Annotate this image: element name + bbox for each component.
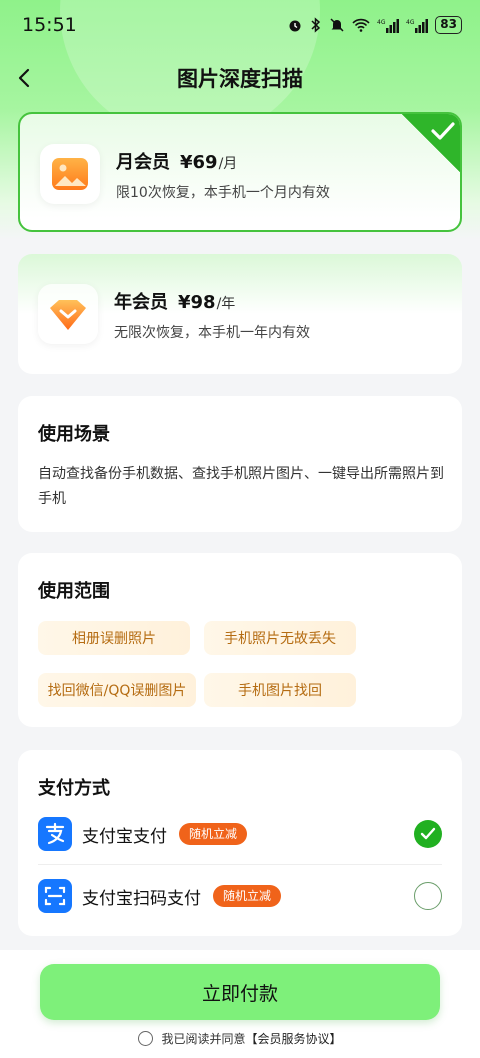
- payment-option-alipay-scan[interactable]: 支付宝扫码支付 随机立减: [38, 868, 442, 924]
- pay-now-button[interactable]: 立即付款: [40, 964, 440, 1020]
- payment-name: 支付宝支付: [82, 826, 167, 847]
- selected-corner-badge: [400, 114, 460, 174]
- plan-name: 年会员: [114, 292, 168, 313]
- usage-scenario-text: 自动查找备份手机数据、查找手机照片图片、一键导出所需照片到手机: [38, 466, 444, 507]
- divider: [38, 864, 442, 865]
- range-tag: 找回微信/QQ误删图片: [38, 673, 196, 707]
- payment-option-alipay[interactable]: 支付宝支付 随机立减: [38, 806, 442, 862]
- plan-unit: /年: [216, 296, 236, 312]
- check-icon: [431, 122, 455, 140]
- payment-section: 支付方式 支付宝支付 随机立减 支付宝扫码支付 随机立减: [18, 750, 462, 936]
- status-bar: 15:51 4G 4G 83: [0, 0, 480, 50]
- svg-text:4G: 4G: [377, 19, 386, 26]
- usage-scenario-section: 使用场景 自动查找备份手机数据、查找手机照片图片、一键导出所需照片到手机: [18, 396, 462, 532]
- nav-bar: 图片深度扫描: [0, 52, 480, 104]
- plan-unit: /月: [218, 156, 238, 172]
- section-title: 使用场景: [38, 424, 110, 445]
- payment-name: 支付宝扫码支付: [82, 888, 201, 909]
- svg-text:4G: 4G: [406, 19, 415, 26]
- discount-badge: 随机立减: [179, 823, 248, 845]
- radio-unselected[interactable]: [414, 882, 442, 910]
- bluetooth-icon: [310, 17, 322, 33]
- plan-price: ¥69: [180, 152, 218, 173]
- signal-4g-icon: 4G: [406, 18, 429, 33]
- plan-title-row: 年会员 ¥98 /年: [114, 288, 235, 314]
- back-button[interactable]: [6, 60, 42, 96]
- range-tag: 手机图片找回: [204, 673, 356, 707]
- plan-description: 限10次恢复，本手机一个月内有效: [116, 185, 330, 201]
- usage-range-section: 使用范围 相册误删照片 手机照片无故丢失 找回微信/QQ误删图片 手机图片找回: [18, 553, 462, 727]
- section-title: 使用范围: [38, 581, 110, 602]
- agreement-text: 我已阅读并同意: [161, 1032, 246, 1046]
- plan-title-row: 月会员 ¥69 /月: [116, 148, 237, 174]
- image-icon: [40, 144, 100, 204]
- agreement-checkbox[interactable]: [138, 1031, 154, 1046]
- alipay-icon: [38, 817, 72, 851]
- range-tag: 相册误删照片: [38, 621, 190, 655]
- alarm-icon: [287, 17, 303, 33]
- status-icons: 4G 4G 83: [287, 16, 462, 34]
- page-title: 图片深度扫描: [177, 67, 303, 91]
- chevron-left-icon: [18, 68, 30, 88]
- plan-name: 月会员: [116, 152, 170, 173]
- range-tag: 手机照片无故丢失: [204, 621, 356, 655]
- agreement-link[interactable]: 【会员服务协议】: [246, 1030, 342, 1047]
- mute-icon: [329, 17, 345, 33]
- status-time: 15:51: [22, 14, 77, 36]
- battery-indicator: 83: [435, 16, 462, 34]
- signal-4g-icon: 4G: [377, 18, 400, 33]
- agreement-row: 我已阅读并同意 【会员服务协议】: [0, 1030, 480, 1047]
- section-title: 支付方式: [38, 778, 110, 799]
- plan-price: ¥98: [178, 292, 216, 313]
- plan-card-monthly[interactable]: 月会员 ¥69 /月 限10次恢复，本手机一个月内有效: [18, 112, 462, 232]
- check-icon: [420, 827, 436, 840]
- discount-badge: 随机立减: [213, 885, 282, 907]
- plan-card-yearly[interactable]: 年会员 ¥98 /年 无限次恢复，本手机一年内有效: [18, 254, 462, 374]
- crown-badge-icon: [38, 284, 98, 344]
- plan-description: 无限次恢复，本手机一年内有效: [114, 325, 310, 341]
- alipay-scan-icon: [38, 879, 72, 913]
- radio-selected[interactable]: [414, 820, 442, 848]
- wifi-icon: [352, 18, 370, 32]
- bottom-bar: 立即付款 我已阅读并同意 【会员服务协议】: [0, 950, 480, 1058]
